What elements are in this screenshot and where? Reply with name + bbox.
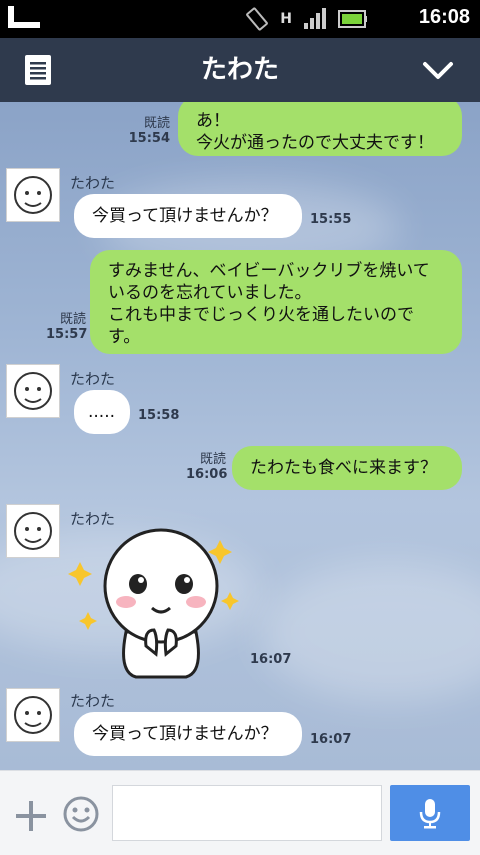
battery-icon — [338, 10, 367, 28]
voice-button[interactable] — [390, 785, 470, 841]
carrier-icon — [8, 6, 40, 28]
sender-name: たわた — [70, 370, 116, 388]
sender-name: たわた — [70, 174, 116, 192]
outgoing-message[interactable]: たわたも食べに来ます？ — [232, 446, 462, 490]
vibrate-icon — [246, 7, 269, 31]
avatar[interactable] — [6, 688, 60, 742]
background-cloud — [260, 562, 480, 702]
chevron-down-icon[interactable] — [422, 58, 454, 82]
sender-name: たわた — [70, 692, 116, 710]
plus-icon[interactable] — [14, 799, 48, 833]
status-bar: H 16:08 — [0, 0, 480, 38]
message-meta: 既読 15:54 — [128, 116, 170, 146]
emoji-icon[interactable] — [62, 795, 100, 833]
signal-icon — [304, 8, 326, 29]
message-input[interactable] — [112, 785, 382, 841]
incoming-message[interactable]: 今買って頂けませんか？ — [74, 194, 302, 238]
avatar[interactable] — [6, 504, 60, 558]
chat-area[interactable]: 既読 15:54 あ！ 今火が通ったので大丈夫です！ たわた 今買って頂けません… — [0, 102, 480, 770]
incoming-message[interactable]: 今買って頂けませんか？ — [74, 712, 302, 756]
message-meta: 既読 16:06 — [186, 452, 228, 482]
clock: 16:08 — [418, 6, 470, 28]
message-meta: 既読 15:57 — [46, 312, 88, 342]
avatar[interactable] — [6, 168, 60, 222]
incoming-message[interactable]: ..... — [74, 390, 130, 434]
moon-sticker[interactable] — [66, 522, 246, 682]
network-type: H — [280, 11, 292, 27]
message-time: 15:58 — [138, 408, 180, 423]
message-time: 16:07 — [250, 652, 292, 667]
avatar[interactable] — [6, 364, 60, 418]
microphone-icon — [419, 799, 441, 829]
chat-title: たわた — [200, 55, 279, 85]
outgoing-message[interactable]: あ！ 今火が通ったので大丈夫です！ — [178, 102, 462, 156]
input-bar — [0, 770, 480, 855]
message-time: 16:07 — [310, 732, 352, 747]
message-time: 15:55 — [310, 212, 352, 227]
outgoing-message[interactable]: すみません、ベイビーバックリブを焼いているのを忘れていました。 これも中までじっ… — [90, 250, 462, 354]
chat-header: たわた — [0, 38, 480, 102]
